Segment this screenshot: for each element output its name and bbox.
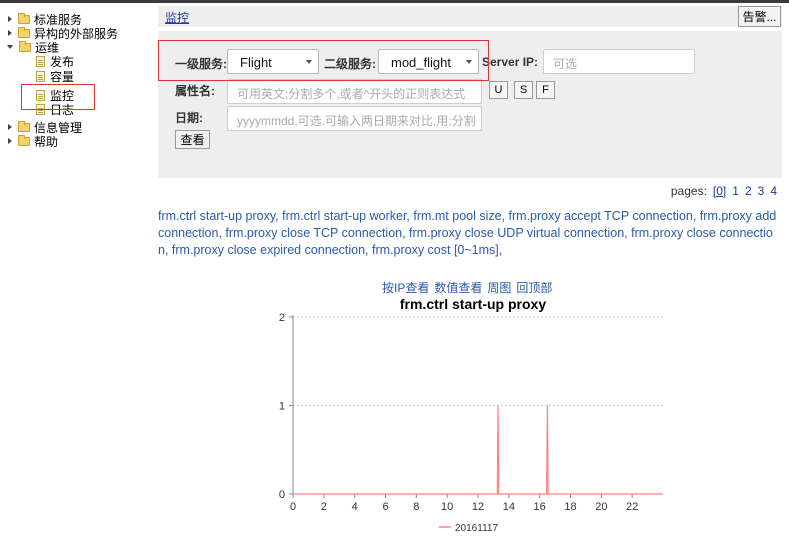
folder-icon: [18, 120, 30, 132]
expand-arrow-icon[interactable]: [8, 124, 12, 130]
main-content: 监控 告警... 一级服务: Flight 二级服务: mod_flight S…: [158, 3, 789, 540]
folder-icon: [18, 26, 30, 38]
y-tick-label: 2: [279, 312, 285, 324]
sidebar-item-release[interactable]: 发布: [36, 54, 74, 69]
selection-highlight-box: [21, 84, 95, 110]
document-icon: [36, 70, 45, 82]
breadcrumb-link-monitor[interactable]: 监控: [165, 9, 189, 26]
folder-open-icon: [19, 40, 31, 52]
collapse-arrow-icon[interactable]: [7, 45, 13, 49]
s-button[interactable]: S: [514, 81, 533, 99]
expand-arrow-icon[interactable]: [8, 138, 12, 144]
pagination: pages: [0] 1 2 3 4: [671, 184, 777, 198]
attribute-name-input[interactable]: 可用英文;分割多个,或者^开头的正则表达式: [227, 79, 482, 104]
sidebar-item-label: 容量: [50, 69, 75, 84]
x-tick-label: 4: [352, 501, 358, 513]
page-link-1[interactable]: 1: [732, 184, 739, 198]
x-tick-label: 20: [595, 501, 607, 513]
x-tick-label: 22: [626, 501, 638, 513]
page-link-0[interactable]: [0]: [713, 184, 726, 198]
view-button[interactable]: 查看: [175, 130, 210, 149]
x-tick-label: 18: [564, 501, 576, 513]
folder-icon: [18, 12, 30, 24]
x-tick-label: 10: [441, 501, 453, 513]
expand-arrow-icon[interactable]: [8, 30, 12, 36]
page-link-4[interactable]: 4: [770, 184, 777, 198]
sidebar-item-help[interactable]: 帮助: [8, 134, 59, 149]
date-input[interactable]: yyyymmdd,可选.可输入两日期来对比,用;分割: [227, 106, 482, 131]
folder-icon: [18, 134, 30, 146]
f-button[interactable]: F: [536, 81, 555, 99]
server-ip-input[interactable]: 可选: [543, 49, 695, 74]
x-tick-label: 16: [534, 501, 546, 513]
sidebar-tree: 标准服务 异构的外部服务 运维 发布 容量 监控 日志 信息管理 帮助: [0, 3, 150, 540]
u-button[interactable]: U: [489, 81, 508, 99]
document-icon: [36, 55, 45, 67]
breadcrumb: 监控: [158, 6, 782, 27]
attribute-name-label: 属性名:: [175, 84, 215, 98]
y-tick-label: 0: [279, 489, 285, 501]
x-tick-label: 14: [503, 501, 515, 513]
sidebar-item-capacity[interactable]: 容量: [36, 69, 75, 84]
sidebar-item-label: 帮助: [34, 134, 59, 149]
pages-label: pages:: [670, 184, 707, 198]
x-tick-label: 8: [413, 501, 419, 513]
annotation-red-box: [158, 40, 489, 81]
x-tick-label: 12: [472, 501, 484, 513]
chart-title: frm.ctrl start-up proxy: [400, 296, 546, 312]
x-tick-label: 0: [290, 501, 296, 513]
y-tick-label: 1: [279, 401, 285, 413]
sidebar-item-external-services[interactable]: 异构的外部服务: [8, 26, 118, 41]
server-ip-label: Server IP:: [482, 55, 539, 69]
series-line: [293, 405, 663, 495]
date-label: 日期:: [175, 111, 203, 125]
legend-label: 20161117: [455, 523, 498, 534]
metric-links[interactable]: frm.ctrl start-up proxy, frm.ctrl start-…: [158, 208, 782, 259]
page-link-2[interactable]: 2: [745, 184, 752, 198]
line-chart: frm.ctrl start-up proxy0120 2 4 6 8 10 12 14 16 1…: [279, 296, 663, 534]
expand-arrow-icon[interactable]: [8, 16, 12, 22]
page-link-3[interactable]: 3: [758, 184, 765, 198]
x-tick-label: 6: [382, 501, 388, 513]
x-tick-label: 2: [321, 501, 327, 513]
alarm-button[interactable]: 告警...: [738, 6, 781, 27]
